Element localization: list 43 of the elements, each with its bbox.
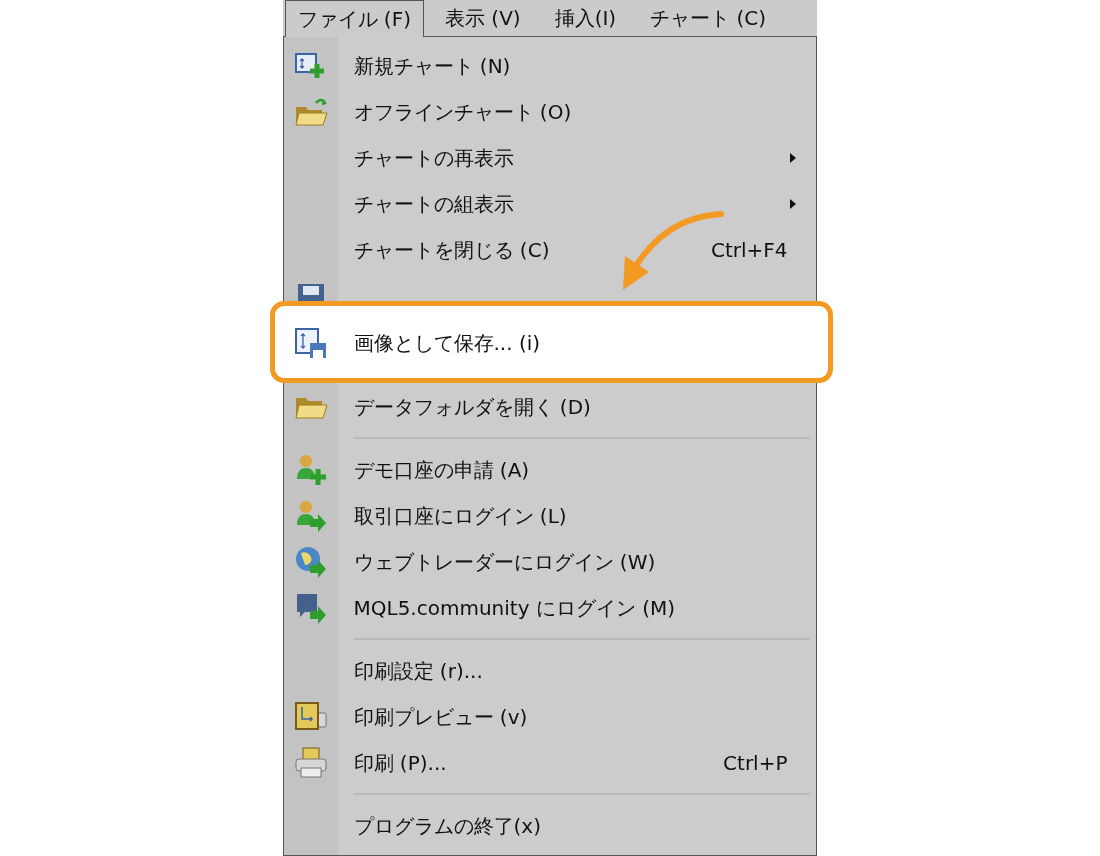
menu-item-label: 取引口座にログイン (L) (352, 502, 568, 530)
menu-item[interactable]: チャートを閉じる (C) Ctrl+F4 (283, 227, 816, 273)
printer-icon (293, 747, 328, 779)
menu-item[interactable]: データフォルダを開く (D) (283, 384, 816, 430)
print-preview-icon (293, 701, 328, 733)
menu-item[interactable]: ウェブトレーダーにログイン (W) (283, 539, 816, 585)
folder-icon (293, 97, 328, 127)
user-plus-icon (294, 453, 327, 487)
shortcut-label: Ctrl+F4 (710, 238, 788, 262)
menu-item[interactable]: 新規チャート (N) (283, 43, 816, 89)
menu-item-label: 印刷設定 (r)... (352, 657, 484, 685)
menu-item-label: 新規チャート (N) (352, 52, 512, 80)
submenu-arrow-icon (789, 199, 796, 209)
menu-bar-item[interactable]: ファイル (F) (284, 0, 424, 37)
menu-item-label: チャートの組表示 (352, 190, 515, 218)
menu-item-label: チャートの再表示 (352, 144, 515, 172)
menu-item[interactable]: デモ口座の申請 (A) (283, 447, 816, 493)
menu-item-label: デモ口座の申請 (A) (352, 456, 531, 484)
menu-item[interactable]: 印刷設定 (r)... (283, 648, 816, 694)
menu-item-label: ウェブトレーダーにログイン (W) (352, 548, 657, 576)
globe-arrow-icon (294, 545, 327, 579)
menu-item[interactable]: 印刷プレビュー (v) (283, 694, 816, 740)
user-arrow-icon (294, 499, 327, 533)
menu-item-label: データフォルダを開く (D) (352, 393, 592, 421)
menu-item[interactable]: チャートの組表示 (283, 181, 816, 227)
menu-item[interactable]: プログラムの終了(x) (283, 803, 816, 849)
submenu-arrow-icon (789, 153, 796, 163)
menu-item-label: MQL5.community にログイン (M) (352, 594, 677, 622)
menu-item[interactable]: 印刷 (P)... Ctrl+P (283, 740, 816, 786)
chat-arrow-icon (294, 591, 327, 625)
menu-item-label: オフラインチャート (O) (352, 98, 573, 126)
shortcut-label: Ctrl+P (723, 751, 788, 775)
menu-item-label: チャートを閉じる (C) (352, 236, 551, 264)
menu-item-label: 印刷 (P)... (352, 749, 448, 777)
menu-item[interactable]: 取引口座にログイン (L) (283, 493, 816, 539)
menu-item-label: プログラムの終了(x) (352, 812, 542, 840)
menu-item-label: 画像として保存... (i) (352, 329, 542, 357)
chart-plus-icon (294, 52, 327, 80)
menu-item[interactable]: MQL5.community にログイン (M) (283, 585, 816, 631)
menu-item[interactable]: オフラインチャート (O) (283, 89, 816, 135)
menu-item-label: 印刷プレビュー (v) (352, 703, 529, 731)
menu-item[interactable]: チャートの再表示 (283, 135, 816, 181)
chart-save-icon (293, 326, 328, 360)
